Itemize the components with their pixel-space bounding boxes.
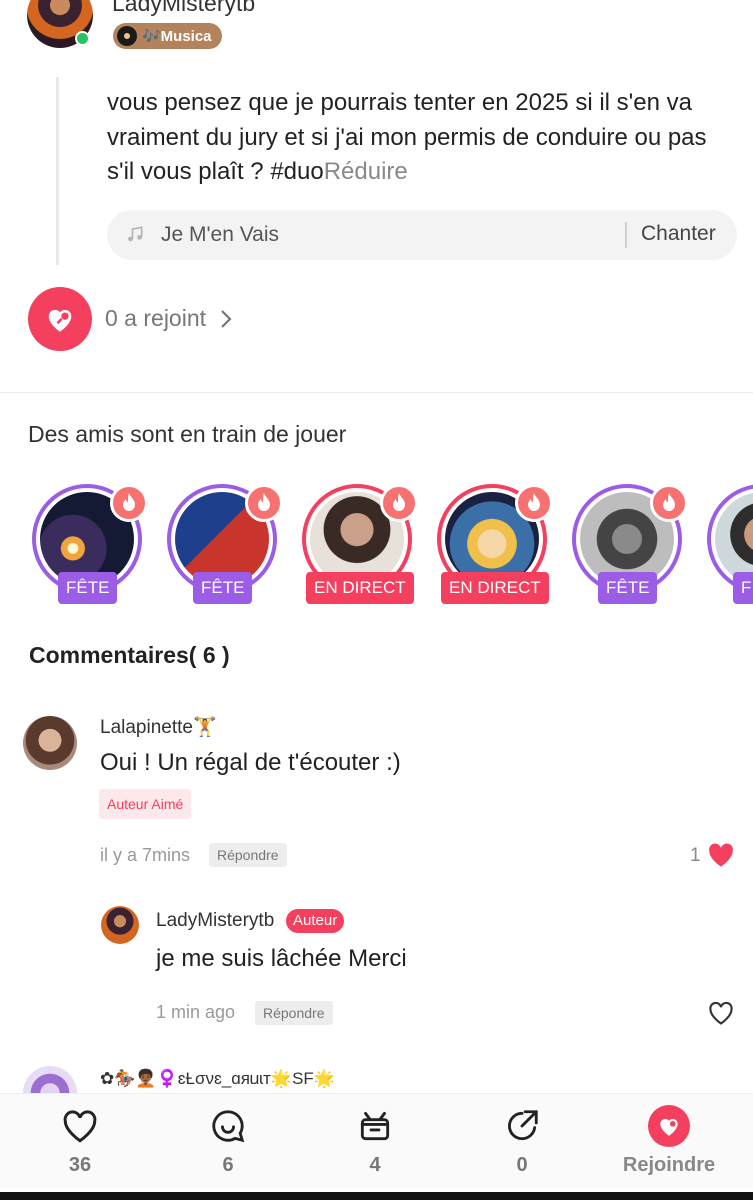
flame-icon <box>380 484 418 522</box>
comment-like-count: 1 <box>690 845 701 866</box>
vinyl-disc-icon <box>117 26 137 46</box>
online-status-dot <box>75 31 90 46</box>
genre-badge[interactable]: 🎶Musica <box>113 23 222 49</box>
share-count: 0 <box>516 1154 528 1176</box>
music-note-icon <box>125 224 147 246</box>
join-duet-button[interactable] <box>28 287 92 351</box>
heart-outline-icon[interactable] <box>707 1000 735 1031</box>
friend-room[interactable]: EN DIRECT <box>433 484 553 608</box>
liked-by-author-badge: Auteur Aimé <box>99 789 192 819</box>
post-text: vous pensez que je pourrais tenter en 20… <box>107 86 737 190</box>
comment-author[interactable]: Lalapinette🏋 <box>100 715 217 739</box>
comment-text: Oui ! Un régal de t'écouter :) <box>100 749 401 776</box>
collapse-link[interactable]: Réduire <box>324 158 408 185</box>
comments-title: Commentaires( 6 ) <box>29 642 230 668</box>
reply-button[interactable]: Répondre <box>209 843 287 867</box>
comment-time: il y a 7mins <box>100 845 191 865</box>
system-nav-bar <box>0 1192 753 1200</box>
flame-icon <box>245 484 283 522</box>
friend-status-tag: FÊTE <box>193 572 253 604</box>
comment-bubble-icon <box>212 1110 245 1143</box>
duet-heart-icon <box>48 309 72 332</box>
gift-button[interactable]: 4 <box>315 1106 435 1177</box>
friend-room[interactable]: FÊTE <box>568 484 688 608</box>
friend-status-tag: EN DIRECT <box>441 572 549 604</box>
friends-playing-title: Des amis sont en train de jouer <box>28 421 347 447</box>
reply-author-avatar[interactable] <box>101 906 139 944</box>
song-bar[interactable]: Je M'en Vais Chanter <box>107 210 737 260</box>
like-button[interactable]: 36 <box>20 1106 140 1177</box>
commenter-avatar[interactable] <box>23 716 77 770</box>
share-icon <box>508 1110 538 1141</box>
author-name[interactable]: LadyMisterytb <box>112 0 255 17</box>
join-label: Rejoindre <box>622 1154 716 1176</box>
friend-status-tag: FÊTE <box>598 572 658 604</box>
reply-button[interactable]: Répondre <box>255 1001 333 1025</box>
friend-status-tag: FÊTE <box>58 572 118 604</box>
heart-icon <box>63 1110 97 1143</box>
comment-button[interactable]: 6 <box>168 1106 288 1177</box>
friend-status-tag: EN DIRECT <box>306 572 414 604</box>
comment-count: 6 <box>222 1154 234 1176</box>
friend-room[interactable]: EN DIRECT <box>298 484 418 608</box>
friend-status-tag: F <box>733 572 753 604</box>
flame-icon <box>515 484 553 522</box>
reply-time: 1 min ago <box>156 1002 236 1022</box>
joined-count-link[interactable]: 0 a rejoint <box>105 305 232 332</box>
song-title: Je M'en Vais <box>161 223 280 246</box>
sing-button[interactable]: Chanter <box>641 222 716 246</box>
friend-room[interactable]: F <box>703 484 753 608</box>
chevron-right-icon <box>221 309 232 328</box>
gift-icon <box>360 1111 390 1141</box>
friend-room[interactable]: FÊTE <box>28 484 148 608</box>
friend-room[interactable]: FÊTE <box>163 484 283 608</box>
join-button[interactable]: Rejoindre <box>609 1105 729 1177</box>
duet-join-icon <box>648 1105 690 1147</box>
joined-count-label: 0 a rejoint <box>105 305 207 331</box>
heart-filled-icon[interactable] <box>707 842 735 873</box>
comment-author[interactable]: ✿🏇🧑🏾‍🦱♀️ɛȽσνɛ_ɑяɩɹɩт🌟SF🌟 <box>100 1069 335 1089</box>
gift-count: 4 <box>369 1154 381 1176</box>
like-count: 36 <box>68 1154 92 1176</box>
genre-badge-label: 🎶Musica <box>142 28 212 45</box>
quote-bar <box>56 77 59 265</box>
reply-author[interactable]: LadyMisterytb <box>156 910 274 932</box>
flame-icon <box>110 484 148 522</box>
flame-icon <box>650 484 688 522</box>
share-button[interactable]: 0 <box>462 1106 582 1177</box>
section-divider <box>0 392 753 393</box>
reply-text: je me suis lâchée Merci <box>156 945 407 972</box>
author-badge: Auteur <box>286 909 345 933</box>
bottom-action-bar: 36 6 4 0 Rejoindre <box>0 1093 753 1188</box>
song-separator <box>625 222 627 248</box>
